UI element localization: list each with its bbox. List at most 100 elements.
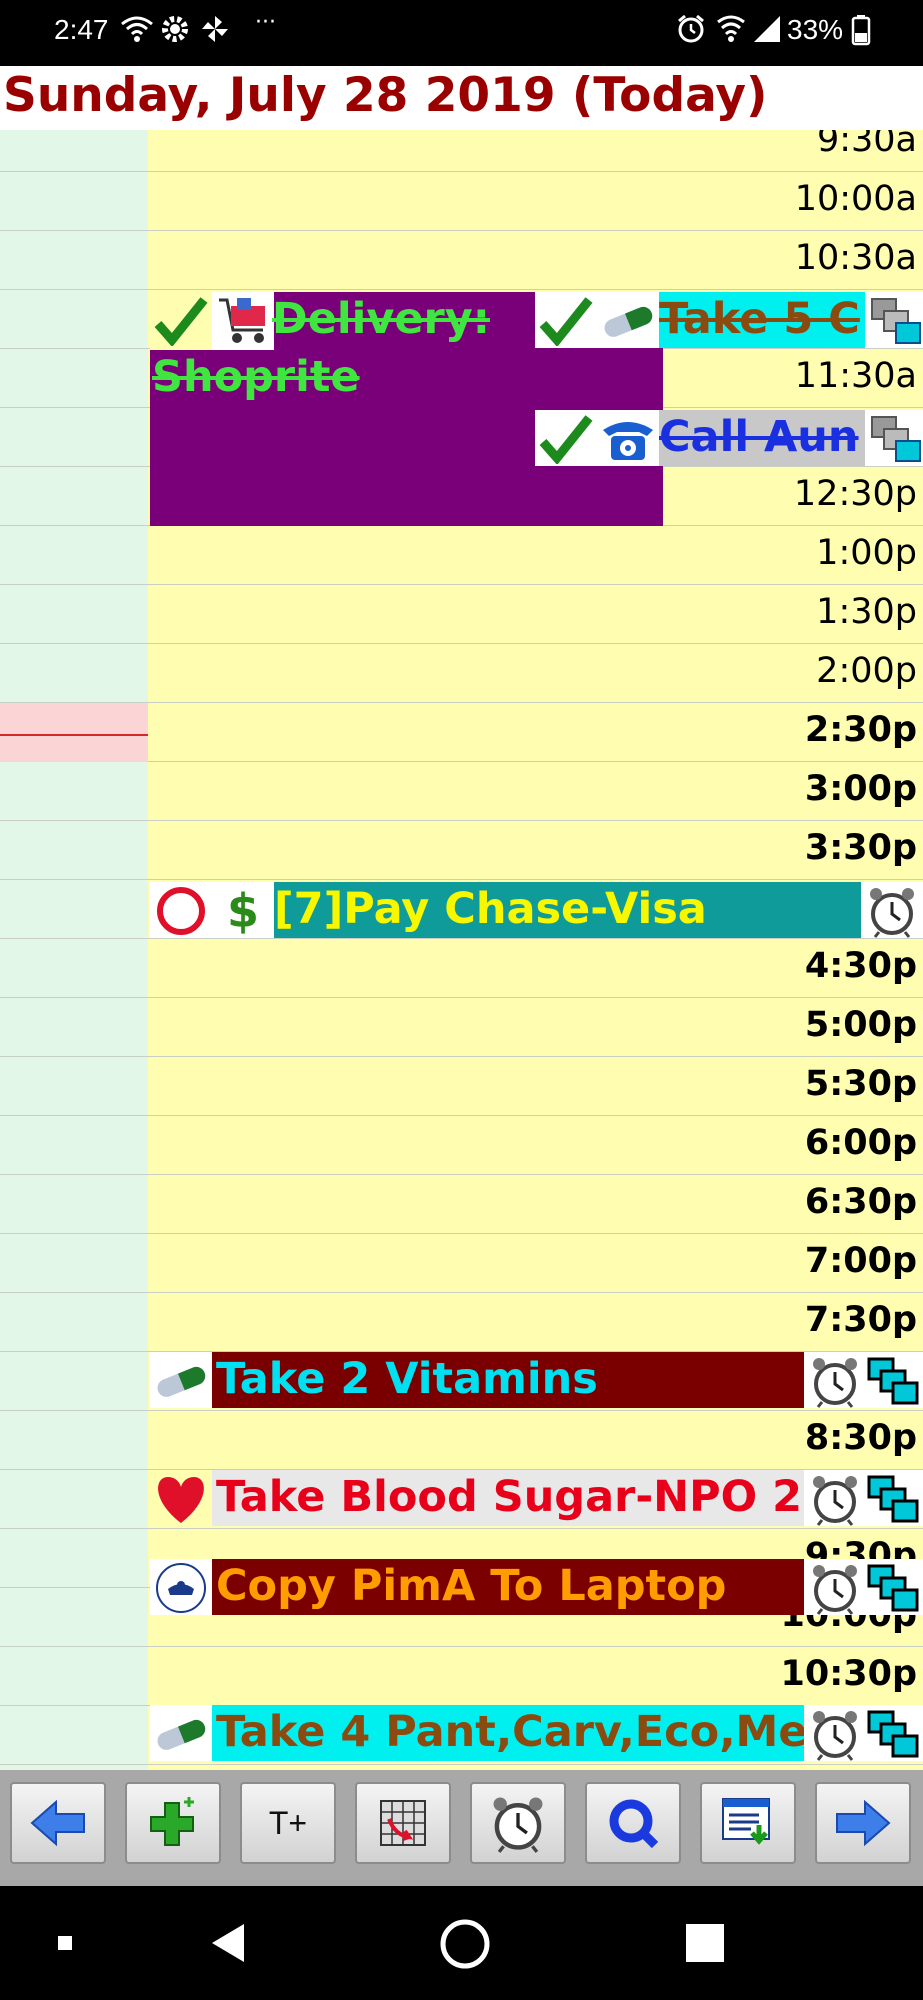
time-label[interactable]: 1:00p <box>771 533 917 573</box>
status-time: 2:47 <box>54 14 109 45</box>
event-blood-sugar-title: Take Blood Sugar-NPO 2H <box>216 1472 839 1522</box>
checkmark-icon <box>150 292 212 350</box>
time-label[interactable]: 7:00p <box>771 1241 917 1281</box>
alarms-button[interactable] <box>470 1782 566 1864</box>
dollar-icon: $ <box>212 882 274 938</box>
event-take-4-title: Take 4 Pant,Carv,Eco,Met <box>216 1707 829 1757</box>
time-label[interactable]: 10:30a <box>771 238 917 278</box>
event-call-aun[interactable]: Call Aun <box>535 410 923 466</box>
time-label[interactable]: 11:30a <box>771 356 917 396</box>
recents-square-icon[interactable] <box>58 1936 72 1950</box>
time-label[interactable]: 5:00p <box>771 1005 917 1045</box>
time-label[interactable]: 6:30p <box>771 1182 917 1222</box>
slot-divider <box>0 1410 923 1411</box>
alarm-clock-icon <box>861 882 923 938</box>
alarm-clock-icon <box>804 1352 866 1408</box>
slot-divider <box>0 879 923 880</box>
slot-divider <box>0 230 923 231</box>
previous-day-button[interactable] <box>10 1782 106 1864</box>
slot-divider <box>0 997 923 998</box>
event-pay-chase-visa[interactable]: $ [7]Pay Chase-Visa <box>150 882 923 938</box>
copy-icon <box>862 1352 923 1408</box>
cell-signal-icon <box>752 14 782 48</box>
more-icon: ··· <box>255 10 276 35</box>
time-column <box>0 130 148 1770</box>
wifi-icon <box>120 14 154 48</box>
home-circle-icon[interactable] <box>439 1918 491 1974</box>
slot-divider <box>0 1174 923 1175</box>
copy-icon <box>862 1470 923 1526</box>
slot-divider <box>0 1233 923 1234</box>
t-plus-label: T+ <box>268 1804 308 1841</box>
time-label[interactable]: 2:30p <box>771 710 917 750</box>
event-take-2-vitamins[interactable]: Take 2 Vitamins <box>150 1352 923 1408</box>
checkmark-icon <box>535 292 597 348</box>
slot-divider <box>0 938 923 939</box>
event-take-4-pant[interactable]: Take 4 Pant,Carv,Eco,Met <box>150 1705 923 1761</box>
export-list-icon <box>722 1798 770 1845</box>
time-label[interactable]: 2:00p <box>771 651 917 691</box>
system-nav-bar <box>0 1886 923 2000</box>
pinwheel-icon <box>200 14 230 48</box>
current-time-slot <box>0 703 148 762</box>
time-label[interactable]: 6:00p <box>771 1123 917 1163</box>
export-button[interactable] <box>700 1782 796 1864</box>
time-label[interactable]: 8:30p <box>771 1418 917 1458</box>
time-label[interactable]: 7:30p <box>771 1300 917 1340</box>
event-call-aun-title: Call Aun <box>659 412 859 462</box>
event-delivery-subtitle: Shoprite <box>152 352 360 402</box>
page-title: Sunday, July 28 2019 (Today) <box>3 68 768 123</box>
battery-icon <box>850 14 872 50</box>
slot-divider <box>0 289 923 290</box>
copy-icon <box>862 1559 923 1615</box>
battery-percent: 33% <box>787 14 844 45</box>
back-triangle-icon[interactable] <box>208 1922 248 1968</box>
slot-divider <box>0 1115 923 1116</box>
pill-icon <box>150 1352 212 1408</box>
alarm-clock-icon <box>804 1559 866 1615</box>
alarm-icon <box>676 14 706 48</box>
day-view[interactable]: 9:30a10:00a10:30a11:00a11:30a12:00p12:30… <box>0 130 923 1770</box>
slot-divider <box>0 643 923 644</box>
add-event-button[interactable] <box>125 1782 221 1864</box>
time-label[interactable]: 5:30p <box>771 1064 917 1104</box>
time-label[interactable]: 1:30p <box>771 592 917 632</box>
time-label[interactable]: 10:30p <box>771 1654 917 1694</box>
t-plus-button[interactable]: T+ <box>240 1782 336 1864</box>
status-bar: 2:47 ··· 33% <box>0 0 923 66</box>
event-copy-pima[interactable]: Copy PimA To Laptop <box>150 1559 923 1615</box>
event-take-blood-sugar[interactable]: Take Blood Sugar-NPO 2H <box>150 1470 923 1526</box>
current-time-line <box>0 734 148 736</box>
circle-icon[interactable] <box>150 882 212 938</box>
alarm-clock-icon <box>804 1470 866 1526</box>
calendar-view-button[interactable] <box>355 1782 451 1864</box>
settings-icon <box>160 14 190 48</box>
back-arrow-icon <box>30 1799 85 1847</box>
slot-divider <box>0 171 923 172</box>
copy-icon <box>865 410 923 466</box>
time-label[interactable]: 12:30p <box>771 474 917 514</box>
search-q-icon <box>609 1799 659 1849</box>
pill-icon <box>150 1705 212 1761</box>
date-header[interactable]: Sunday, July 28 2019 (Today) <box>0 66 923 130</box>
event-vitamins-title: Take 2 Vitamins <box>216 1354 598 1404</box>
next-day-button[interactable] <box>815 1782 911 1864</box>
search-button[interactable] <box>585 1782 681 1864</box>
slot-divider <box>0 1292 923 1293</box>
forward-arrow-icon <box>836 1799 891 1847</box>
wifi-signal-icon <box>716 14 746 48</box>
time-label[interactable]: 4:30p <box>771 946 917 986</box>
event-pay-title: [7]Pay Chase-Visa <box>274 884 707 934</box>
slot-divider <box>0 1764 923 1765</box>
copy-icon <box>865 292 923 348</box>
event-copy-pima-title: Copy PimA To Laptop <box>216 1561 727 1611</box>
event-take-5c[interactable]: Take 5 C <box>535 292 923 348</box>
overview-square-icon[interactable] <box>686 1924 724 1962</box>
time-label[interactable]: 9:30a <box>771 130 917 160</box>
time-label[interactable]: 3:00p <box>771 769 917 809</box>
alarm-clock-icon <box>804 1705 866 1761</box>
slot-divider <box>0 820 923 821</box>
event-delivery-title: Delivery: <box>272 294 490 344</box>
time-label[interactable]: 10:00a <box>771 179 917 219</box>
time-label[interactable]: 3:30p <box>771 828 917 868</box>
